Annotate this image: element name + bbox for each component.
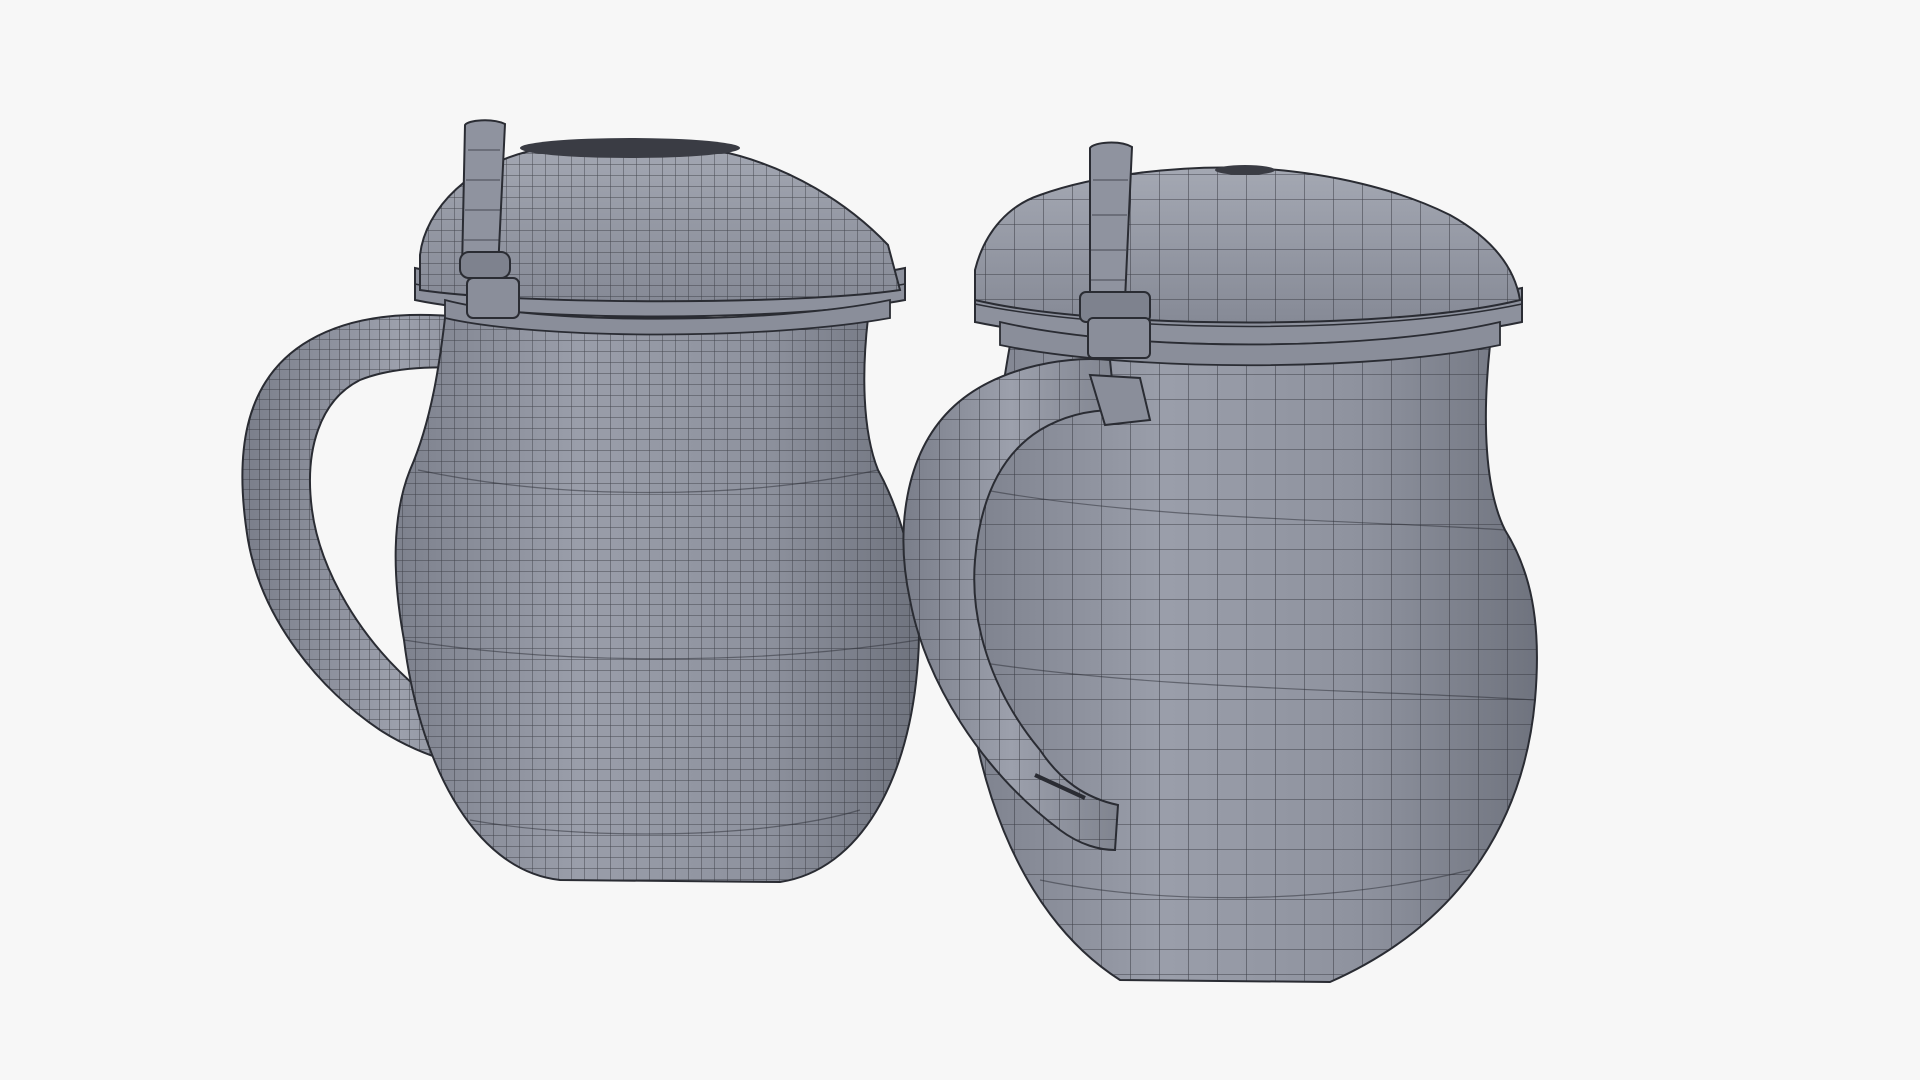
tankard-body [962, 344, 1538, 983]
tankard-body [394, 317, 920, 883]
render-viewport [0, 0, 1920, 1080]
